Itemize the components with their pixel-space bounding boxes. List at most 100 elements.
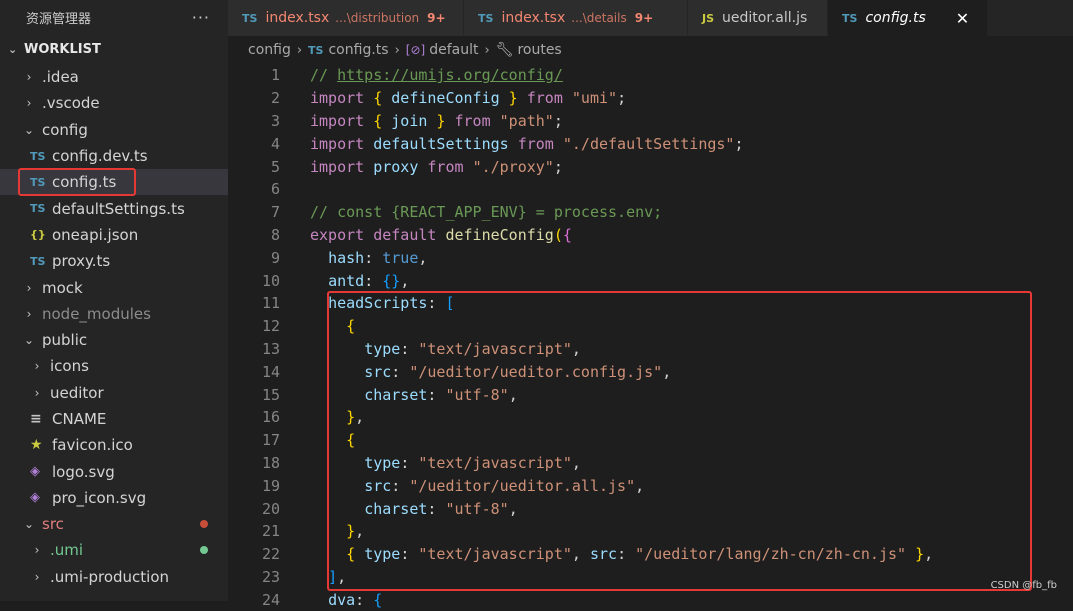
watermark: CSDN @fb_fb (990, 580, 1057, 591)
breadcrumb-folder[interactable]: config (248, 42, 291, 58)
code-token: from (508, 134, 563, 153)
tree-folder[interactable]: ⌄ src (0, 511, 228, 537)
tree-file[interactable]: ★ favicon.ico (0, 432, 228, 458)
tab-3[interactable]: JS ueditor.all.js (688, 0, 828, 36)
ts-file-icon: TS (308, 43, 324, 57)
tab-label: ueditor.all.js (722, 10, 808, 26)
favicon-icon: ★ (30, 437, 43, 454)
code-text: import { join } from "path"; (310, 112, 563, 130)
code-token: ] (328, 567, 338, 586)
code-token: { (373, 590, 383, 609)
close-icon[interactable]: ✕ (956, 9, 969, 28)
tree-file[interactable]: TS config.dev.ts (0, 143, 228, 169)
tree-folder[interactable]: › icons (0, 353, 228, 379)
code-line: 14 src: "/ueditor/ueditor.config.js", (228, 360, 1073, 383)
code-text: export default defineConfig({ (310, 226, 572, 244)
code-token: "text/javascript" (418, 545, 572, 564)
code-token: https://umijs.org/config/ (337, 66, 563, 85)
code-line: 24 dva: { (228, 588, 1073, 611)
tree-item-label: src (42, 515, 64, 534)
code-token: defineConfig (391, 89, 500, 108)
code-line: 2 import { defineConfig } from "umi"; (228, 87, 1073, 110)
code-editor[interactable]: 1 // https://umijs.org/config/2 import { d… (228, 64, 1073, 609)
git-status-dot (200, 546, 208, 555)
code-text: import proxy from "./proxy"; (310, 158, 563, 176)
code-text: hash: true, (310, 249, 427, 267)
code-token: ( (553, 225, 563, 244)
tree-folder[interactable]: › mock (0, 274, 228, 300)
code-token: from (445, 111, 500, 130)
line-number: 16 (261, 408, 280, 427)
ts-file-icon: TS (30, 149, 46, 163)
explorer-sidebar: 资源管理器 ··· ⌄ WORKLIST › .idea › .vscode ⌄ conf… (0, 0, 228, 601)
code-token: } (499, 89, 518, 108)
explorer-title: 资源管理器 (26, 11, 92, 27)
tree-file[interactable]: ◈ logo.svg (0, 458, 228, 484)
code-line: 12 { (228, 315, 1073, 338)
more-actions-icon[interactable]: ··· (192, 8, 210, 27)
workspace-root[interactable]: ⌄ WORKLIST (0, 34, 228, 64)
tree-file[interactable]: TS defaultSettings.ts (0, 195, 228, 221)
chevron-right-icon: › (484, 42, 490, 58)
ts-file-icon: TS (30, 202, 46, 216)
tree-folder[interactable]: › .umi (0, 537, 228, 563)
tree-item-label: node_modules (42, 304, 151, 323)
tree-file[interactable]: ◈ pro_icon.svg (0, 485, 228, 511)
breadcrumb-symbol[interactable]: default (429, 42, 478, 58)
code-token: "/ueditor/ueditor.config.js" (409, 362, 663, 381)
code-line: 5 import proxy from "./proxy"; (228, 155, 1073, 178)
tree-item-label: logo.svg (52, 462, 115, 481)
tree-folder[interactable]: ⌄ config (0, 117, 228, 143)
tab-4[interactable]: TS config.ts ✕ (828, 0, 988, 36)
chevron-right-icon: › (26, 96, 32, 111)
tree-item-label: config.dev.ts (52, 147, 148, 166)
code-token: : (364, 248, 383, 267)
chevron-down-icon: ⌄ (8, 42, 18, 56)
tree-item-label: defaultSettings.ts (52, 199, 185, 218)
tab-1[interactable]: TS index.tsx ...\distribution 9+ (228, 0, 464, 36)
code-token: , (508, 499, 518, 518)
tab-2[interactable]: TS index.tsx ...\details 9+ (464, 0, 688, 36)
code-token: : (400, 453, 419, 472)
code-token: headScripts (328, 294, 428, 313)
line-number: 24 (261, 590, 280, 609)
js-file-icon: JS (702, 11, 715, 25)
code-line: 11 headScripts: [ (228, 292, 1073, 315)
code-token: : (427, 499, 446, 518)
tree-file[interactable]: TS config.ts (0, 169, 228, 196)
breadcrumb-prop[interactable]: routes (517, 42, 561, 58)
text-file-icon: ≡ (30, 411, 42, 427)
tree-file[interactable]: {} oneapi.json (0, 222, 228, 248)
code-token: from (517, 89, 572, 108)
tree-file[interactable]: TS proxy.ts (0, 248, 228, 274)
code-token: join (391, 111, 428, 130)
tree-folder[interactable]: › .umi-production (0, 564, 228, 590)
code-text: charset: "utf-8", (310, 386, 518, 404)
code-token: charset (364, 499, 428, 518)
code-token: "text/javascript" (418, 339, 572, 358)
line-number: 6 (270, 180, 280, 199)
chevron-right-icon: › (26, 280, 32, 295)
code-token: } (906, 545, 925, 564)
tree-folder[interactable]: › .vscode (0, 90, 228, 116)
workspace-root-label: WORKLIST (24, 41, 101, 57)
tree-folder[interactable]: › ueditor (0, 380, 228, 406)
code-token: } (346, 408, 356, 427)
code-text: // https://umijs.org/config/ (310, 66, 563, 84)
code-line: 10 antd: {}, (228, 269, 1073, 292)
breadcrumb-file[interactable]: config.ts (328, 42, 388, 58)
tree-folder[interactable]: › node_modules (0, 301, 228, 327)
code-token: : (364, 271, 383, 290)
code-text: { (310, 431, 355, 449)
tree-folder[interactable]: ⌄ public (0, 327, 228, 353)
line-number: 22 (261, 545, 280, 564)
tree-file[interactable]: ≡ CNAME (0, 406, 228, 432)
code-token: import (310, 134, 374, 153)
tree-folder[interactable]: › .idea (0, 64, 228, 90)
code-token: "/ueditor/lang/zh-cn/zh-cn.js" (635, 545, 907, 564)
